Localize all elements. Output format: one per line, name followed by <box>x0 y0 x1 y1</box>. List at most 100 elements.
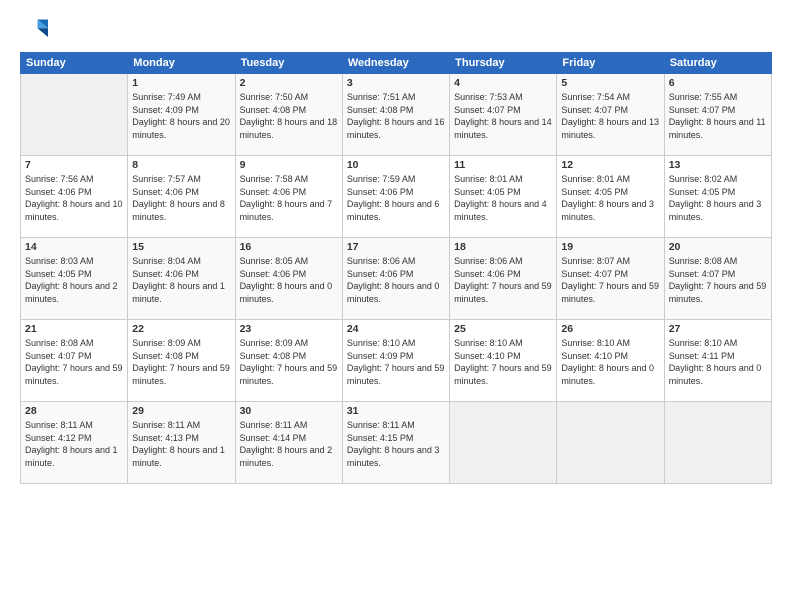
day-cell: 17 Sunrise: 8:06 AMSunset: 4:06 PMDaylig… <box>342 238 449 320</box>
day-info: Sunrise: 8:01 AMSunset: 4:05 PMDaylight:… <box>454 173 552 223</box>
day-number: 31 <box>347 405 445 417</box>
day-info: Sunrise: 8:11 AMSunset: 4:14 PMDaylight:… <box>240 419 338 469</box>
day-number: 30 <box>240 405 338 417</box>
day-info: Sunrise: 8:11 AMSunset: 4:15 PMDaylight:… <box>347 419 445 469</box>
weekday-header-sunday: Sunday <box>21 53 128 74</box>
day-info: Sunrise: 8:05 AMSunset: 4:06 PMDaylight:… <box>240 255 338 305</box>
day-number: 7 <box>25 159 123 171</box>
day-info: Sunrise: 8:10 AMSunset: 4:10 PMDaylight:… <box>561 337 659 387</box>
day-cell: 6 Sunrise: 7:55 AMSunset: 4:07 PMDayligh… <box>664 74 771 156</box>
day-cell: 9 Sunrise: 7:58 AMSunset: 4:06 PMDayligh… <box>235 156 342 238</box>
day-number: 4 <box>454 77 552 89</box>
day-info: Sunrise: 8:09 AMSunset: 4:08 PMDaylight:… <box>132 337 230 387</box>
day-cell: 13 Sunrise: 8:02 AMSunset: 4:05 PMDaylig… <box>664 156 771 238</box>
day-info: Sunrise: 7:54 AMSunset: 4:07 PMDaylight:… <box>561 91 659 141</box>
day-cell: 12 Sunrise: 8:01 AMSunset: 4:05 PMDaylig… <box>557 156 664 238</box>
day-number: 12 <box>561 159 659 171</box>
weekday-header-wednesday: Wednesday <box>342 53 449 74</box>
logo-icon <box>20 16 48 44</box>
day-cell: 23 Sunrise: 8:09 AMSunset: 4:08 PMDaylig… <box>235 320 342 402</box>
day-cell: 15 Sunrise: 8:04 AMSunset: 4:06 PMDaylig… <box>128 238 235 320</box>
day-cell <box>21 74 128 156</box>
header <box>20 16 772 44</box>
day-cell: 22 Sunrise: 8:09 AMSunset: 4:08 PMDaylig… <box>128 320 235 402</box>
day-number: 6 <box>669 77 767 89</box>
day-info: Sunrise: 7:58 AMSunset: 4:06 PMDaylight:… <box>240 173 338 223</box>
day-cell: 3 Sunrise: 7:51 AMSunset: 4:08 PMDayligh… <box>342 74 449 156</box>
week-row-3: 14 Sunrise: 8:03 AMSunset: 4:05 PMDaylig… <box>21 238 772 320</box>
day-number: 28 <box>25 405 123 417</box>
day-number: 27 <box>669 323 767 335</box>
day-cell: 21 Sunrise: 8:08 AMSunset: 4:07 PMDaylig… <box>21 320 128 402</box>
day-info: Sunrise: 8:08 AMSunset: 4:07 PMDaylight:… <box>669 255 767 305</box>
logo <box>20 16 52 44</box>
day-cell: 16 Sunrise: 8:05 AMSunset: 4:06 PMDaylig… <box>235 238 342 320</box>
day-cell <box>664 402 771 484</box>
day-cell: 31 Sunrise: 8:11 AMSunset: 4:15 PMDaylig… <box>342 402 449 484</box>
day-number: 1 <box>132 77 230 89</box>
day-number: 19 <box>561 241 659 253</box>
weekday-header-row: SundayMondayTuesdayWednesdayThursdayFrid… <box>21 53 772 74</box>
day-cell: 2 Sunrise: 7:50 AMSunset: 4:08 PMDayligh… <box>235 74 342 156</box>
day-cell: 27 Sunrise: 8:10 AMSunset: 4:11 PMDaylig… <box>664 320 771 402</box>
day-cell: 20 Sunrise: 8:08 AMSunset: 4:07 PMDaylig… <box>664 238 771 320</box>
day-cell: 19 Sunrise: 8:07 AMSunset: 4:07 PMDaylig… <box>557 238 664 320</box>
day-cell: 5 Sunrise: 7:54 AMSunset: 4:07 PMDayligh… <box>557 74 664 156</box>
day-info: Sunrise: 7:50 AMSunset: 4:08 PMDaylight:… <box>240 91 338 141</box>
day-number: 3 <box>347 77 445 89</box>
day-number: 5 <box>561 77 659 89</box>
weekday-header-friday: Friday <box>557 53 664 74</box>
day-cell: 7 Sunrise: 7:56 AMSunset: 4:06 PMDayligh… <box>21 156 128 238</box>
week-row-2: 7 Sunrise: 7:56 AMSunset: 4:06 PMDayligh… <box>21 156 772 238</box>
day-cell: 10 Sunrise: 7:59 AMSunset: 4:06 PMDaylig… <box>342 156 449 238</box>
day-info: Sunrise: 7:55 AMSunset: 4:07 PMDaylight:… <box>669 91 767 141</box>
day-info: Sunrise: 7:56 AMSunset: 4:06 PMDaylight:… <box>25 173 123 223</box>
day-number: 20 <box>669 241 767 253</box>
day-cell <box>450 402 557 484</box>
weekday-header-saturday: Saturday <box>664 53 771 74</box>
day-number: 24 <box>347 323 445 335</box>
day-cell: 30 Sunrise: 8:11 AMSunset: 4:14 PMDaylig… <box>235 402 342 484</box>
day-number: 8 <box>132 159 230 171</box>
day-cell: 11 Sunrise: 8:01 AMSunset: 4:05 PMDaylig… <box>450 156 557 238</box>
day-cell: 25 Sunrise: 8:10 AMSunset: 4:10 PMDaylig… <box>450 320 557 402</box>
day-cell <box>557 402 664 484</box>
day-number: 23 <box>240 323 338 335</box>
day-info: Sunrise: 7:49 AMSunset: 4:09 PMDaylight:… <box>132 91 230 141</box>
day-number: 13 <box>669 159 767 171</box>
week-row-1: 1 Sunrise: 7:49 AMSunset: 4:09 PMDayligh… <box>21 74 772 156</box>
day-info: Sunrise: 8:04 AMSunset: 4:06 PMDaylight:… <box>132 255 230 305</box>
day-info: Sunrise: 8:11 AMSunset: 4:13 PMDaylight:… <box>132 419 230 469</box>
day-info: Sunrise: 8:02 AMSunset: 4:05 PMDaylight:… <box>669 173 767 223</box>
day-info: Sunrise: 8:10 AMSunset: 4:11 PMDaylight:… <box>669 337 767 387</box>
day-number: 15 <box>132 241 230 253</box>
day-info: Sunrise: 8:11 AMSunset: 4:12 PMDaylight:… <box>25 419 123 469</box>
day-cell: 14 Sunrise: 8:03 AMSunset: 4:05 PMDaylig… <box>21 238 128 320</box>
day-info: Sunrise: 7:59 AMSunset: 4:06 PMDaylight:… <box>347 173 445 223</box>
calendar-table: SundayMondayTuesdayWednesdayThursdayFrid… <box>20 52 772 484</box>
page: SundayMondayTuesdayWednesdayThursdayFrid… <box>0 0 792 612</box>
day-info: Sunrise: 8:09 AMSunset: 4:08 PMDaylight:… <box>240 337 338 387</box>
day-cell: 29 Sunrise: 8:11 AMSunset: 4:13 PMDaylig… <box>128 402 235 484</box>
day-cell: 26 Sunrise: 8:10 AMSunset: 4:10 PMDaylig… <box>557 320 664 402</box>
day-number: 21 <box>25 323 123 335</box>
day-cell: 1 Sunrise: 7:49 AMSunset: 4:09 PMDayligh… <box>128 74 235 156</box>
day-number: 14 <box>25 241 123 253</box>
day-info: Sunrise: 8:08 AMSunset: 4:07 PMDaylight:… <box>25 337 123 387</box>
day-info: Sunrise: 8:10 AMSunset: 4:09 PMDaylight:… <box>347 337 445 387</box>
day-number: 17 <box>347 241 445 253</box>
day-cell: 8 Sunrise: 7:57 AMSunset: 4:06 PMDayligh… <box>128 156 235 238</box>
day-number: 11 <box>454 159 552 171</box>
day-number: 22 <box>132 323 230 335</box>
day-info: Sunrise: 8:06 AMSunset: 4:06 PMDaylight:… <box>347 255 445 305</box>
day-info: Sunrise: 8:01 AMSunset: 4:05 PMDaylight:… <box>561 173 659 223</box>
day-number: 2 <box>240 77 338 89</box>
day-info: Sunrise: 8:07 AMSunset: 4:07 PMDaylight:… <box>561 255 659 305</box>
day-info: Sunrise: 8:10 AMSunset: 4:10 PMDaylight:… <box>454 337 552 387</box>
day-number: 16 <box>240 241 338 253</box>
week-row-4: 21 Sunrise: 8:08 AMSunset: 4:07 PMDaylig… <box>21 320 772 402</box>
day-number: 10 <box>347 159 445 171</box>
day-number: 9 <box>240 159 338 171</box>
day-number: 29 <box>132 405 230 417</box>
day-cell: 24 Sunrise: 8:10 AMSunset: 4:09 PMDaylig… <box>342 320 449 402</box>
